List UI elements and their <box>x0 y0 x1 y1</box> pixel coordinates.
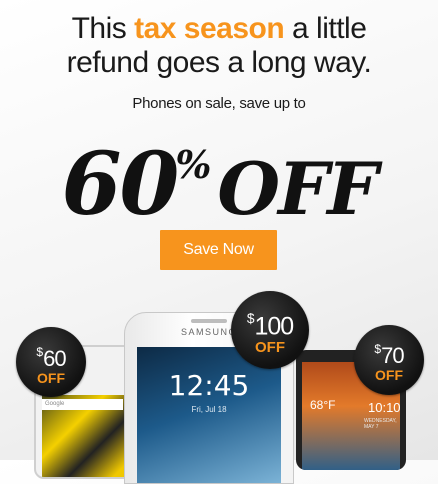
headline: This tax season a little refund goes a l… <box>0 12 438 80</box>
headline-line-1: This tax season a little <box>0 12 438 46</box>
phone-right-date: WEDNESDAY, MAY 7 <box>364 418 397 430</box>
headline-accent: tax season <box>134 12 285 45</box>
badge-currency: $ <box>36 345 43 359</box>
phone-middle-time: 12:45 <box>168 369 250 402</box>
discount-badge-70: $70 OFF <box>354 325 424 395</box>
phone-right-temperature: 68°F <box>310 398 336 412</box>
badge-amount: 60 <box>43 345 67 371</box>
subheadline: Phones on sale, save up to <box>132 95 306 112</box>
badge-amount: 70 <box>381 342 405 368</box>
headline-line-2: refund goes a long way. <box>66 46 372 79</box>
phone-speaker <box>191 319 227 323</box>
discount-badge-100: $100 OFF <box>231 291 309 369</box>
badge-off-label: OFF <box>255 339 285 357</box>
badge-currency: $ <box>246 311 255 326</box>
big-offer-word: OFF <box>217 146 378 231</box>
badge-amount: 100 <box>254 312 294 341</box>
headline-suffix: a little <box>284 12 367 45</box>
headline-prefix: This <box>71 12 135 45</box>
save-now-button[interactable]: Save Now <box>160 230 277 270</box>
big-offer-number: 60 <box>61 134 180 235</box>
phone-right-clock: 10:10 <box>368 400 401 415</box>
badge-currency: $ <box>374 342 381 356</box>
badge-off-label: OFF <box>37 369 65 386</box>
discount-badge-60: $60 OFF <box>16 327 86 397</box>
phone-middle-date: Fri, Jul 18 <box>191 405 227 414</box>
phone-left-search-bar: Google <box>42 399 123 410</box>
badge-off-label: OFF <box>375 366 403 383</box>
big-offer-percent: % <box>175 142 211 187</box>
